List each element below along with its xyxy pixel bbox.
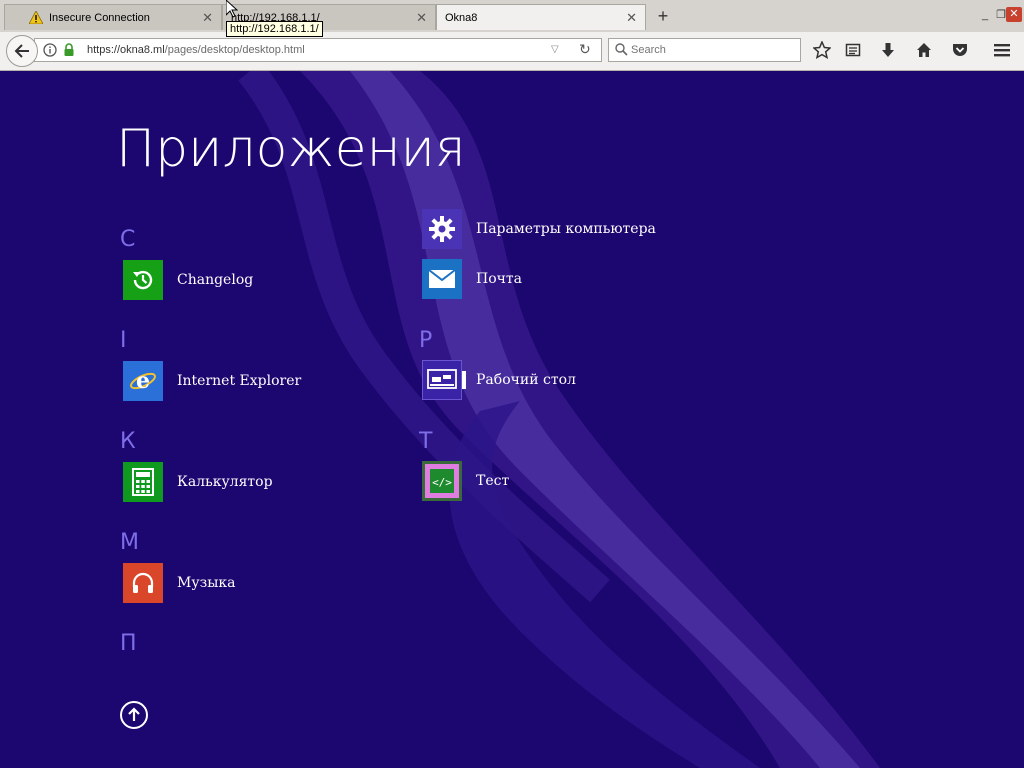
url-path: /pages/desktop/desktop.html [164,44,305,56]
search-icon [615,43,628,61]
dropdown-arrow-icon[interactable]: ▽ [551,44,559,55]
navigation-bar: https://okna8.ml/pages/desktop/desktop.h… [0,32,1024,71]
app-music[interactable]: Музыка [123,563,235,603]
code-icon: </> [422,461,462,501]
new-tab-button[interactable]: + [652,6,674,26]
group-letter-m[interactable]: М [120,530,139,555]
group-letter-c[interactable]: C [120,227,135,252]
scroll-up-button[interactable] [120,701,148,729]
mail-icon [422,259,462,299]
tab-insecure-connection[interactable]: Insecure Connection ✕ [4,4,222,30]
app-label: Internet Explorer [177,373,302,389]
close-icon[interactable]: ✕ [626,10,637,26]
ie-icon: e [123,361,163,401]
close-icon[interactable]: ✕ [416,10,427,26]
gear-icon [422,209,462,249]
calculator-icon [123,462,163,502]
arrow-up-icon [128,707,140,721]
window-close-icon[interactable]: ✕ [1006,7,1022,22]
lock-icon [63,43,75,62]
app-label: Музыка [177,575,236,591]
link-tooltip: http://192.168.1.1/ [226,21,323,37]
app-calculator[interactable]: Калькулятор [123,462,273,502]
menu-icon[interactable] [992,40,1012,60]
info-icon[interactable] [43,43,57,62]
app-label: Рабочий стол [476,372,576,388]
app-label: Тест [476,473,510,489]
selection-marker [462,371,466,389]
home-icon[interactable] [914,40,934,60]
address-bar[interactable]: https://okna8.ml/pages/desktop/desktop.h… [34,38,602,62]
desktop-icon [422,360,462,400]
changelog-icon [123,260,163,300]
headphones-icon [123,563,163,603]
app-pc-settings[interactable]: Параметры компьютера [422,209,656,249]
back-arrow-icon [14,44,29,58]
tab-title: Okna8 [445,11,478,24]
group-letter-i[interactable]: I [120,328,127,353]
app-mail[interactable]: Почта [422,259,522,299]
app-label: Калькулятор [177,474,273,490]
app-label: Параметры компьютера [476,221,656,237]
app-label: Changelog [177,272,254,288]
warning-icon [29,11,43,25]
app-label: Почта [476,271,522,287]
back-button[interactable] [6,35,38,67]
pocket-icon[interactable] [950,40,970,60]
minimize-icon[interactable]: _ [978,8,992,22]
tab-title: Insecure Connection [49,11,150,24]
svg-text:</>: </> [432,476,452,489]
tab-strip: Insecure Connection ✕ http://192.168.1.1… [0,0,1024,32]
app-changelog[interactable]: Changelog [123,260,253,300]
search-input[interactable] [631,42,791,58]
app-test[interactable]: </> Тест [422,461,509,501]
group-letter-k[interactable]: К [120,429,136,454]
group-letter-t[interactable]: Т [419,429,432,454]
svg-text:e: e [136,368,150,394]
url-text[interactable]: https://okna8.ml/pages/desktop/desktop.h… [87,44,305,56]
mouse-cursor-icon [225,0,239,23]
apps-page: Приложения C Changelog I e Internet Expl… [0,71,1024,768]
close-icon[interactable]: ✕ [202,10,213,26]
page-title: Приложения [116,119,466,179]
app-desktop[interactable]: Рабочий стол [422,360,576,400]
search-bar[interactable] [608,38,801,62]
reading-list-icon[interactable] [843,40,863,60]
url-host: https://okna8.ml [87,44,165,56]
tab-okna8[interactable]: Okna8 ✕ [436,4,646,30]
group-letter-p-cyr[interactable]: П [120,631,137,656]
app-internet-explorer[interactable]: e Internet Explorer [123,361,301,401]
star-icon[interactable] [812,40,832,60]
reload-icon[interactable]: ↻ [579,41,591,58]
group-letter-r[interactable]: Р [419,328,432,353]
download-icon[interactable] [878,40,898,60]
